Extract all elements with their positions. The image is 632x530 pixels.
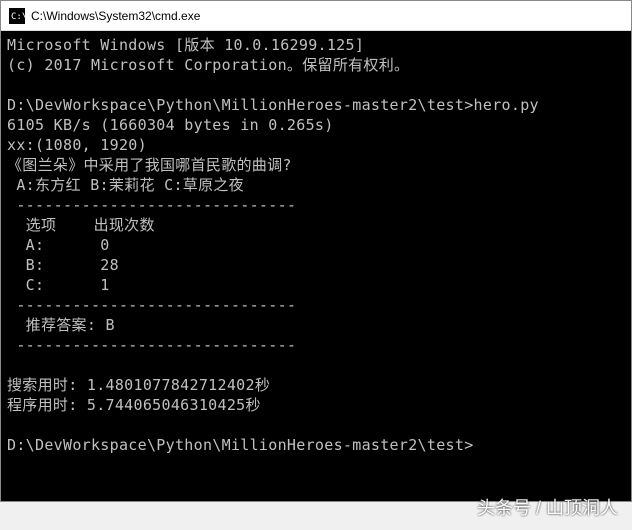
divider-line: ------------------------------ xyxy=(7,336,296,354)
terminal-output[interactable]: Microsoft Windows [版本 10.0.16299.125] (c… xyxy=(1,31,631,501)
copyright-line: (c) 2017 Microsoft Corporation。保留所有权利。 xyxy=(7,56,409,74)
window-title: C:\Windows\System32\cmd.exe xyxy=(31,9,200,23)
download-speed: 6105 KB/s (1660304 bytes in 0.265s) xyxy=(7,116,334,134)
recommended-answer: 推荐答案: B xyxy=(7,316,115,334)
question-text: 《图兰朵》中采用了我国哪首民歌的曲调? xyxy=(7,156,292,174)
cmd-icon: C:\ xyxy=(9,8,25,24)
result-row-a: A: 0 xyxy=(7,236,110,254)
program-time: 程序用时: 5.744065046310425秒 xyxy=(7,396,261,414)
divider-line: ------------------------------ xyxy=(7,296,296,314)
cmd-window: C:\ C:\Windows\System32\cmd.exe Microsof… xyxy=(0,0,632,502)
resolution-line: xx:(1080, 1920) xyxy=(7,136,147,154)
divider-line: ------------------------------ xyxy=(7,196,296,214)
titlebar[interactable]: C:\ C:\Windows\System32\cmd.exe xyxy=(1,1,631,31)
result-row-b: B: 28 xyxy=(7,256,119,274)
options-line: A:东方红 B:茉莉花 C:草原之夜 xyxy=(7,176,244,194)
prompt-command: D:\DevWorkspace\Python\MillionHeroes-mas… xyxy=(7,96,539,114)
search-time: 搜索用时: 1.4801077842712402秒 xyxy=(7,376,270,394)
svg-text:C:\: C:\ xyxy=(11,12,25,22)
result-row-c: C: 1 xyxy=(7,276,110,294)
table-header: 选项 出现次数 xyxy=(7,216,155,234)
os-version-line: Microsoft Windows [版本 10.0.16299.125] xyxy=(7,36,364,54)
prompt-idle: D:\DevWorkspace\Python\MillionHeroes-mas… xyxy=(7,436,474,454)
watermark-text: 头条号 / 山顶洞人 xyxy=(477,494,618,520)
